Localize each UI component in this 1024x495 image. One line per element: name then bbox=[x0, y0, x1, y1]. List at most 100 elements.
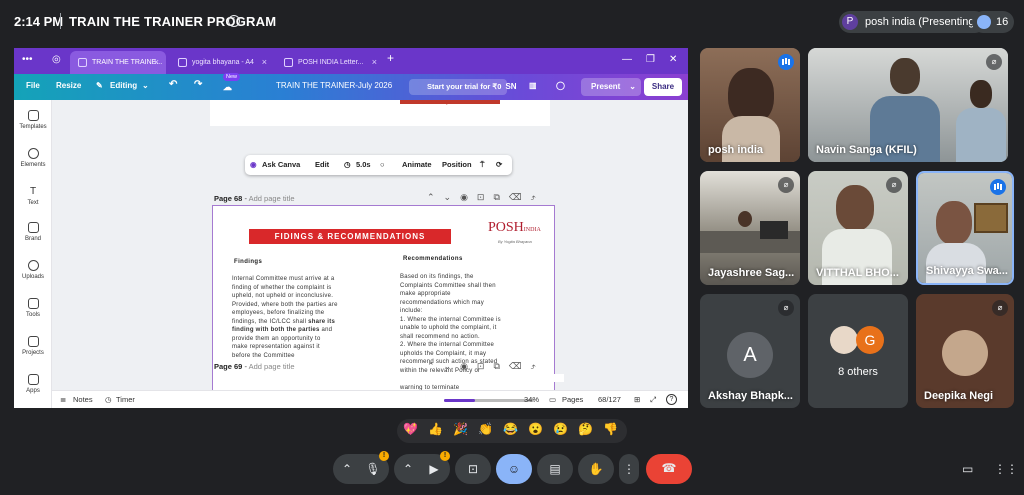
chevron-up-icon[interactable]: ⌃ bbox=[398, 462, 418, 476]
mic-off-icon[interactable]: 🎙 bbox=[361, 462, 385, 476]
close-icon[interactable]: × bbox=[262, 51, 267, 74]
wall-frame bbox=[974, 203, 1008, 233]
participant-tile[interactable]: Shivayya Swa... bbox=[916, 171, 1014, 285]
design-canvas[interactable]: within 90 days ◉ Ask Canva Edit ◷ 5.0s ○… bbox=[52, 100, 688, 390]
findings-heading: Findings bbox=[234, 259, 263, 265]
reaction-laugh[interactable]: 😂 bbox=[503, 422, 518, 436]
cloud-icon[interactable]: ☁ bbox=[223, 82, 232, 93]
minimize-icon[interactable]: — bbox=[622, 54, 632, 65]
page-68-title-input[interactable]: Add page title bbox=[249, 194, 295, 203]
reaction-thumbs-down[interactable]: 👎 bbox=[603, 422, 618, 436]
camera-control[interactable]: ⌃ ▶ ! bbox=[394, 451, 450, 484]
timer-button[interactable]: Timer bbox=[116, 395, 135, 404]
presenter-chip[interactable]: P posh india (Presenting) bbox=[839, 11, 987, 33]
raise-hand-button[interactable]: ✋ bbox=[578, 454, 614, 484]
undo-icon[interactable]: ↶ bbox=[169, 79, 177, 90]
analytics-icon[interactable]: ▥ bbox=[529, 81, 537, 90]
page-68-tools[interactable]: ⌃⌄◉⊡⧉⌫⤴ bbox=[427, 192, 545, 203]
reaction-thumbs-up[interactable]: 👍 bbox=[428, 422, 443, 436]
animate-button[interactable]: Animate bbox=[402, 160, 432, 169]
edit-button[interactable]: Edit bbox=[315, 160, 329, 169]
rail-brand[interactable]: Brand bbox=[14, 222, 52, 242]
close-icon[interactable]: × bbox=[154, 51, 159, 74]
start-trial-button[interactable]: Start your trial for ₹0 bbox=[409, 79, 508, 95]
rail-apps[interactable]: Apps bbox=[14, 374, 52, 394]
leave-call-button[interactable]: ☎ bbox=[646, 454, 692, 484]
paint-format-icon[interactable]: ⍑ bbox=[480, 160, 485, 170]
participant-tile[interactable]: ⌀ Navin Sanga (KFIL) bbox=[808, 48, 1008, 162]
participant-tile[interactable]: A ⌀ Akshay Bhapk... bbox=[700, 294, 800, 408]
more-icon[interactable]: ••• bbox=[22, 54, 33, 65]
chat-icon[interactable]: ▭ bbox=[962, 462, 973, 476]
participant-tile[interactable]: posh india bbox=[700, 48, 800, 162]
reaction-sad[interactable]: 😢 bbox=[553, 422, 568, 436]
rail-elements[interactable]: Elements bbox=[14, 148, 52, 168]
participant-tile[interactable]: ⌀ Jayashree Sag... bbox=[700, 171, 800, 285]
fullscreen-icon[interactable]: ⤢ bbox=[650, 395, 656, 405]
help-button[interactable]: ? bbox=[666, 394, 677, 405]
canva-side-rail: Templates Elements T Text Brand Uploads T… bbox=[14, 100, 52, 408]
chevron-up-icon[interactable]: ⌃ bbox=[337, 462, 357, 476]
circle-icon[interactable]: ○ bbox=[380, 160, 385, 169]
emoji-button[interactable]: ☺ bbox=[496, 454, 532, 484]
file-menu[interactable]: File bbox=[26, 81, 40, 90]
notes-button[interactable]: Notes bbox=[73, 395, 93, 404]
tab-yogita-bhayana[interactable]: yogita bhayana - A4 × bbox=[170, 51, 274, 74]
ask-canva-button[interactable]: Ask Canva bbox=[262, 160, 300, 169]
tab-train-the-trainer[interactable]: TRAIN THE TRAINE... × bbox=[70, 51, 166, 74]
participant-tile[interactable]: ⌀ Deepika Negi bbox=[916, 294, 1014, 408]
participant-tile[interactable]: ⌀ VITTHAL BHO... bbox=[808, 171, 908, 285]
activities-icon[interactable]: ⋮⋮ bbox=[994, 462, 1018, 476]
new-badge: New bbox=[223, 73, 241, 81]
user-avatar[interactable]: SN bbox=[503, 79, 519, 95]
rail-text[interactable]: T Text bbox=[14, 186, 52, 206]
reaction-surprised[interactable]: 😮 bbox=[528, 422, 543, 436]
redo-icon[interactable]: ↷ bbox=[194, 79, 202, 90]
others-tile[interactable]: G 8 others bbox=[808, 294, 908, 408]
page-69-preview[interactable] bbox=[224, 374, 564, 382]
pages-button[interactable]: Pages bbox=[562, 395, 583, 404]
captions-button[interactable]: ▤ bbox=[537, 454, 573, 484]
link-icon[interactable]: ⟳ bbox=[496, 160, 502, 169]
resize-menu[interactable]: Resize bbox=[56, 81, 81, 90]
page-69-title-input[interactable]: Add page title bbox=[249, 362, 295, 371]
info-icon[interactable]: i bbox=[228, 15, 240, 27]
tab-search-icon[interactable]: ◎ bbox=[52, 54, 61, 65]
tab-label: TRAIN THE TRAINE... bbox=[92, 59, 163, 66]
rail-templates[interactable]: Templates bbox=[14, 110, 52, 130]
camera-off-icon[interactable]: ▶ bbox=[422, 462, 446, 476]
rail-tools[interactable]: Tools bbox=[14, 298, 52, 318]
grid-view-icon[interactable]: ⊞ bbox=[634, 395, 640, 404]
zoom-level[interactable]: 34% bbox=[524, 395, 539, 404]
present-button[interactable]: Present ⌄ bbox=[581, 78, 641, 96]
share-button[interactable]: Share bbox=[644, 78, 682, 96]
others-count: 8 others bbox=[838, 366, 878, 378]
participant-name: posh india bbox=[708, 144, 763, 156]
close-icon[interactable]: × bbox=[372, 51, 377, 74]
participants-button[interactable]: 16 bbox=[972, 11, 1014, 33]
zoom-slider[interactable] bbox=[444, 399, 534, 402]
findings-text: Internal Committee must arrive at a find… bbox=[232, 275, 402, 360]
document-title[interactable]: TRAIN THE TRAINER-July 2026 bbox=[276, 81, 392, 90]
duration-button[interactable]: 5.0s bbox=[356, 160, 371, 169]
rail-uploads[interactable]: Uploads bbox=[14, 260, 52, 280]
comment-icon[interactable]: ◯ bbox=[556, 81, 565, 90]
reaction-party[interactable]: 🎉 bbox=[453, 422, 468, 436]
new-tab-button[interactable]: + bbox=[387, 51, 394, 65]
editing-menu[interactable]: Editing bbox=[110, 81, 137, 90]
reaction-thinking[interactable]: 🤔 bbox=[578, 422, 593, 436]
hand-icon: ✋ bbox=[588, 462, 604, 476]
reaction-clap[interactable]: 👏 bbox=[478, 422, 493, 436]
maximize-icon[interactable]: ❐ bbox=[646, 54, 655, 65]
mic-control[interactable]: ⌃ 🎙 ! bbox=[333, 451, 389, 484]
close-window-icon[interactable]: ✕ bbox=[669, 54, 677, 65]
present-screen-button[interactable]: ⊡ bbox=[455, 454, 491, 484]
position-button[interactable]: Position bbox=[442, 160, 472, 169]
previous-page[interactable]: within 90 days bbox=[210, 100, 550, 126]
page-69-tools[interactable]: ⌃⌄◉⊡⧉⌫⤴ bbox=[427, 361, 545, 372]
tab-posh-india-letter[interactable]: POSH INDIA Letter... × bbox=[276, 51, 384, 74]
more-options-button[interactable]: ⋮ bbox=[619, 454, 639, 484]
reactions-bar: 💖 👍 🎉 👏 😂 😮 😢 🤔 👎 bbox=[397, 419, 627, 443]
reaction-heart[interactable]: 💖 bbox=[403, 422, 418, 436]
rail-projects[interactable]: Projects bbox=[14, 336, 52, 356]
